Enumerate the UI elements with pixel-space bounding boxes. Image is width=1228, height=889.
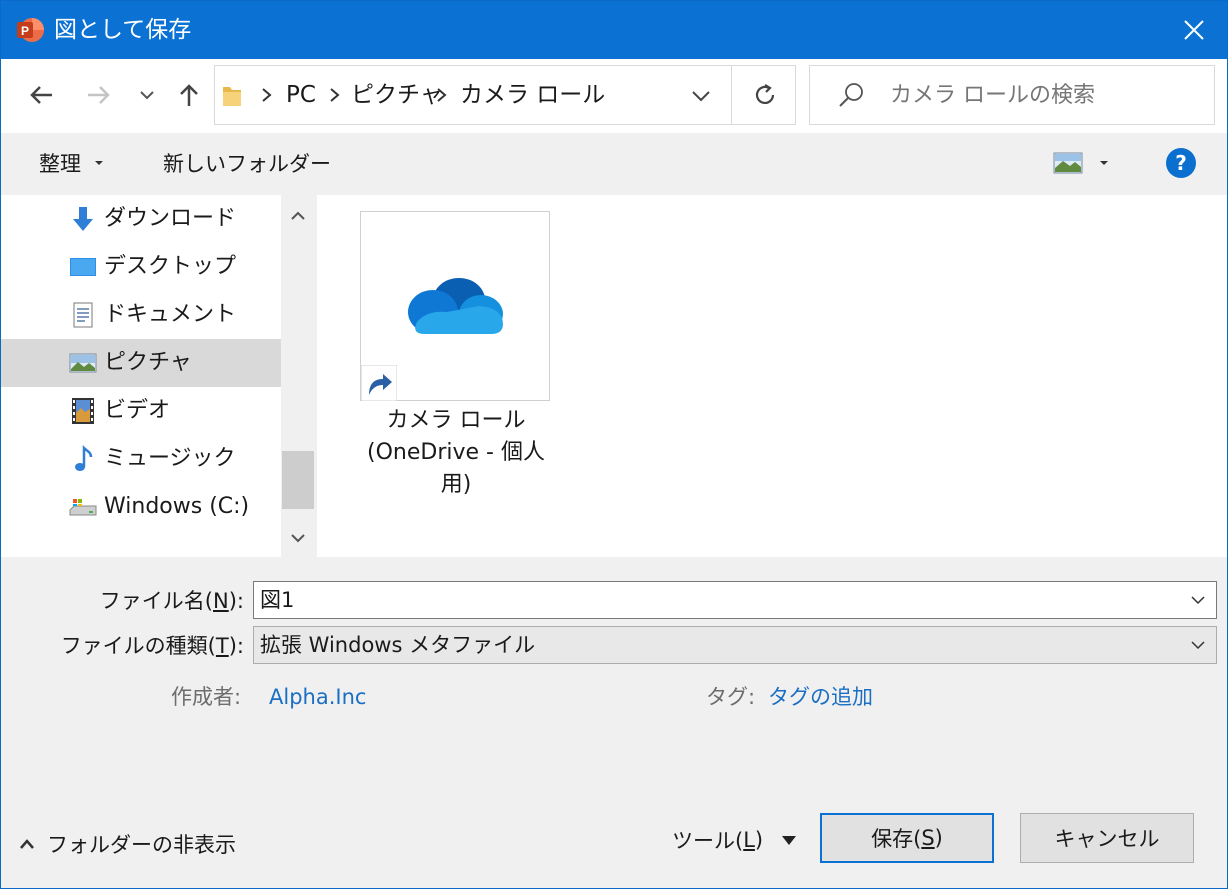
music-note-icon	[75, 445, 93, 471]
folder-tile-camera-roll[interactable]	[360, 211, 550, 401]
sidebar-item-pictures[interactable]: ピクチャ	[1, 339, 281, 387]
address-divider	[731, 65, 732, 125]
onedrive-cloud-icon	[408, 278, 503, 334]
sidebar-item-music[interactable]: ミュージック	[1, 435, 281, 483]
back-button[interactable]	[25, 79, 57, 111]
up-button[interactable]	[173, 79, 205, 111]
svg-text:P: P	[21, 24, 29, 38]
filetype-select[interactable]: 拡張 Windows メタファイル	[253, 626, 1217, 664]
title-bar: P 図として保存	[1, 1, 1227, 59]
close-icon	[1184, 20, 1204, 40]
chevron-down-icon	[140, 91, 154, 100]
sidebar-item-label: ピクチャ	[104, 350, 192, 375]
sidebar-item-videos[interactable]: ビデオ	[1, 387, 281, 435]
powerpoint-app-icon: P	[17, 18, 44, 42]
filename-field[interactable]: 図1	[253, 581, 1217, 619]
breadcrumb-pc[interactable]: PC	[286, 79, 316, 111]
sidebar-item-windows-drive[interactable]: Windows (C:)	[1, 483, 281, 531]
filename-value: 図1	[260, 588, 295, 612]
author-value[interactable]: Alpha.Inc	[269, 682, 366, 712]
caret-down-icon	[95, 161, 103, 165]
refresh-icon[interactable]	[752, 82, 778, 108]
sidebar-item-label: ドキュメント	[104, 302, 237, 327]
save-as-picture-dialog: P 図として保存 PC ピクチャ カメラ ロール カメラ ロールの検索 整理 新…	[0, 0, 1228, 889]
forward-button[interactable]	[83, 79, 115, 111]
filetype-label: ファイルの種類(T):	[60, 634, 244, 658]
chevron-down-icon[interactable]	[1190, 637, 1206, 653]
shortcut-arrow-icon	[361, 365, 397, 401]
back-arrow-icon	[30, 86, 52, 104]
organize-label: 整理	[39, 152, 81, 176]
folder-tile-label[interactable]: カメラ ロール (OneDrive - 個人用)	[353, 405, 559, 501]
breadcrumb-separator-icon	[330, 88, 340, 102]
sidebar-item-documents[interactable]: ドキュメント	[1, 291, 281, 339]
scroll-down-button[interactable]	[281, 521, 315, 555]
download-arrow-icon	[73, 207, 93, 231]
breadcrumb-camera-roll[interactable]: カメラ ロール	[460, 79, 605, 111]
tags-label: タグ:	[706, 685, 756, 709]
view-options-icon[interactable]	[1053, 152, 1083, 174]
sidebar-item-downloads[interactable]: ダウンロード	[1, 195, 281, 243]
navigation-scrollbar[interactable]	[281, 195, 315, 557]
caret-down-icon[interactable]	[1099, 159, 1109, 167]
scroll-up-button[interactable]	[281, 199, 315, 233]
desktop-icon	[70, 258, 96, 276]
chevron-down-icon	[291, 534, 305, 543]
search-icon	[839, 83, 863, 107]
drive-icon	[69, 499, 97, 516]
sidebar-item-label: ダウンロード	[104, 206, 237, 231]
close-button[interactable]	[1163, 1, 1225, 59]
chevron-up-icon	[291, 211, 305, 220]
sidebar-item-label: ミュージック	[104, 446, 236, 471]
author-label: 作成者:	[171, 685, 242, 709]
breadcrumb-separator-icon	[437, 88, 447, 102]
window-title: 図として保存	[54, 17, 192, 43]
sidebar-item-label: Windows (C:)	[104, 494, 250, 519]
help-icon[interactable]: ?	[1166, 148, 1196, 178]
tools-menu-button[interactable]: ツール(L)	[672, 824, 797, 856]
hide-folders-toggle[interactable]: フォルダーの非表示	[19, 829, 236, 859]
video-icon	[72, 398, 94, 424]
scroll-thumb[interactable]	[282, 451, 314, 509]
search-input[interactable]: カメラ ロールの検索	[890, 81, 1095, 111]
sidebar-item-label: デスクトップ	[104, 254, 237, 279]
sidebar-item-label: ビデオ	[104, 398, 171, 423]
up-arrow-icon	[180, 84, 198, 106]
breadcrumb-pictures[interactable]: ピクチャ	[351, 79, 443, 111]
add-tags-link[interactable]: タグの追加	[768, 682, 873, 712]
sidebar-item-desktop[interactable]: デスクトップ	[1, 243, 281, 291]
caret-down-icon	[782, 836, 797, 845]
folder-icon	[223, 87, 241, 106]
address-dropdown-icon[interactable]	[691, 89, 711, 103]
hide-folders-label: フォルダーの非表示	[47, 833, 236, 857]
recent-locations-button[interactable]	[133, 79, 161, 111]
forward-arrow-icon	[88, 86, 110, 104]
breadcrumb-separator-icon	[262, 88, 272, 102]
chevron-down-icon[interactable]	[1190, 592, 1206, 608]
organize-menu[interactable]: 整理	[39, 149, 81, 179]
navigation-pane: ダウンロード デスクトップ ドキュメント ピクチャ ビデオ ミュージック Win…	[1, 195, 281, 557]
filename-label: ファイル名(N):	[99, 589, 244, 613]
pictures-icon	[69, 353, 97, 373]
document-icon	[73, 302, 93, 328]
save-button[interactable]: 保存(S)	[820, 813, 994, 863]
chevron-up-icon	[20, 839, 34, 849]
new-folder-button[interactable]: 新しいフォルダー	[163, 149, 331, 179]
filetype-value: 拡張 Windows メタファイル	[260, 633, 536, 657]
cancel-button[interactable]: キャンセル	[1020, 813, 1194, 863]
